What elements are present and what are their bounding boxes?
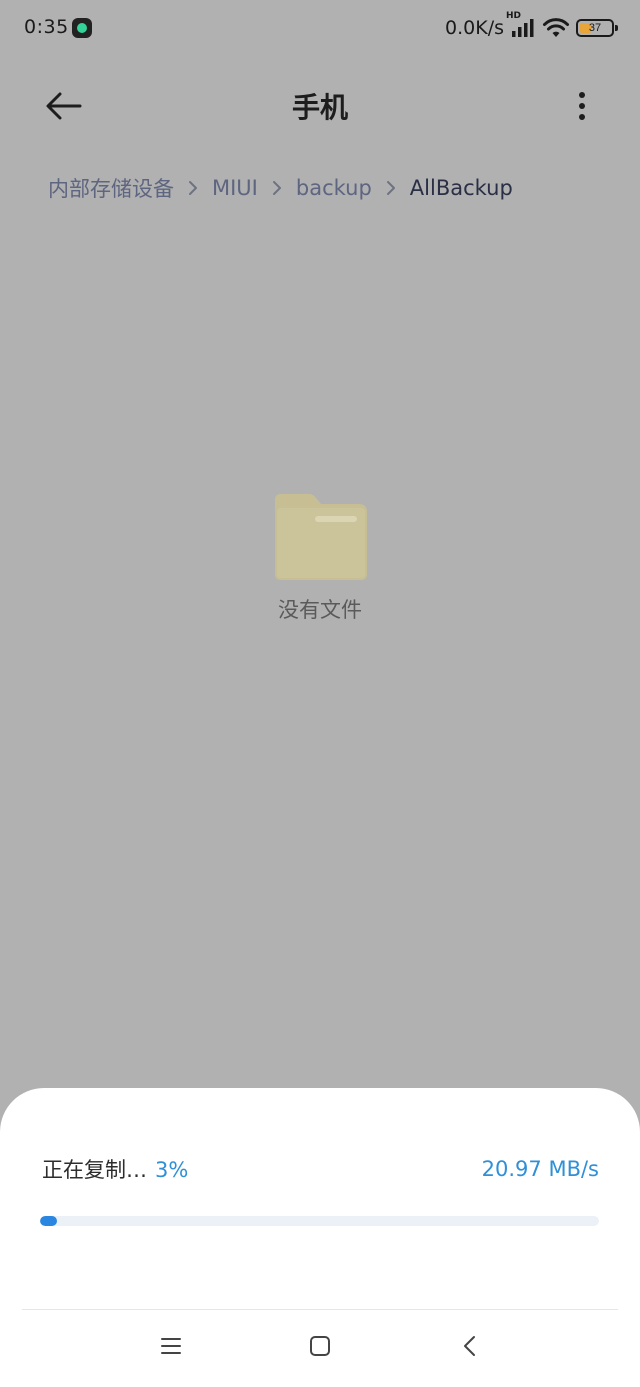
- navigation-bar: [0, 1310, 640, 1387]
- copy-status-row: 正在复制… 3% 20.97 MB/s: [42, 1154, 599, 1184]
- signal-icon: HD: [506, 11, 536, 39]
- breadcrumb: 内部存储设备 MIUI backup AllBackup: [48, 170, 513, 206]
- home-icon: [310, 1336, 330, 1356]
- back-icon: [464, 1336, 475, 1356]
- copy-progress-sheet: 正在复制… 3% 20.97 MB/s: [0, 1088, 640, 1387]
- app-notification-icon: [72, 18, 92, 38]
- battery-level: 37: [588, 22, 602, 34]
- wifi-icon: [543, 18, 569, 37]
- breadcrumb-item-backup[interactable]: backup: [296, 176, 372, 200]
- chevron-right-icon: [272, 181, 281, 195]
- network-speed: 0.0K/s: [445, 17, 504, 39]
- progress-bar: [40, 1216, 599, 1226]
- title-bar: 手机: [0, 70, 640, 140]
- hd-badge: HD: [506, 11, 522, 21]
- breadcrumb-item-miui[interactable]: MIUI: [212, 176, 258, 200]
- breadcrumb-item-internal-storage[interactable]: 内部存储设备: [48, 173, 174, 203]
- copy-status: 正在复制… 3%: [42, 1154, 188, 1184]
- menu-icon: [161, 1338, 181, 1354]
- status-time: 0:35: [24, 16, 69, 38]
- battery-icon: 37: [576, 19, 618, 37]
- chevron-right-icon: [386, 181, 395, 195]
- page-title: 手机: [291, 91, 348, 124]
- more-vertical-icon: [579, 92, 585, 120]
- copy-status-label: 正在复制…: [42, 1158, 147, 1182]
- copy-speed: 20.97 MB/s: [481, 1157, 599, 1181]
- folder-icon: [275, 494, 367, 580]
- battery-tip: [615, 25, 618, 31]
- empty-state-text: 没有文件: [278, 598, 362, 622]
- recent-apps-button[interactable]: [149, 1324, 193, 1368]
- chevron-right-icon: [189, 181, 197, 195]
- progress-fill: [40, 1216, 57, 1226]
- status-bar: 0:35 0.0K/s HD 37: [0, 0, 640, 56]
- nav-back-button[interactable]: [448, 1324, 492, 1368]
- status-indicators: 0.0K/s HD 37: [445, 11, 618, 42]
- empty-state: 没有文件: [0, 490, 640, 624]
- breadcrumb-item-allbackup[interactable]: AllBackup: [410, 176, 513, 200]
- home-button[interactable]: [298, 1324, 342, 1368]
- more-options-button[interactable]: [564, 84, 600, 128]
- copy-percent: 3%: [155, 1158, 189, 1182]
